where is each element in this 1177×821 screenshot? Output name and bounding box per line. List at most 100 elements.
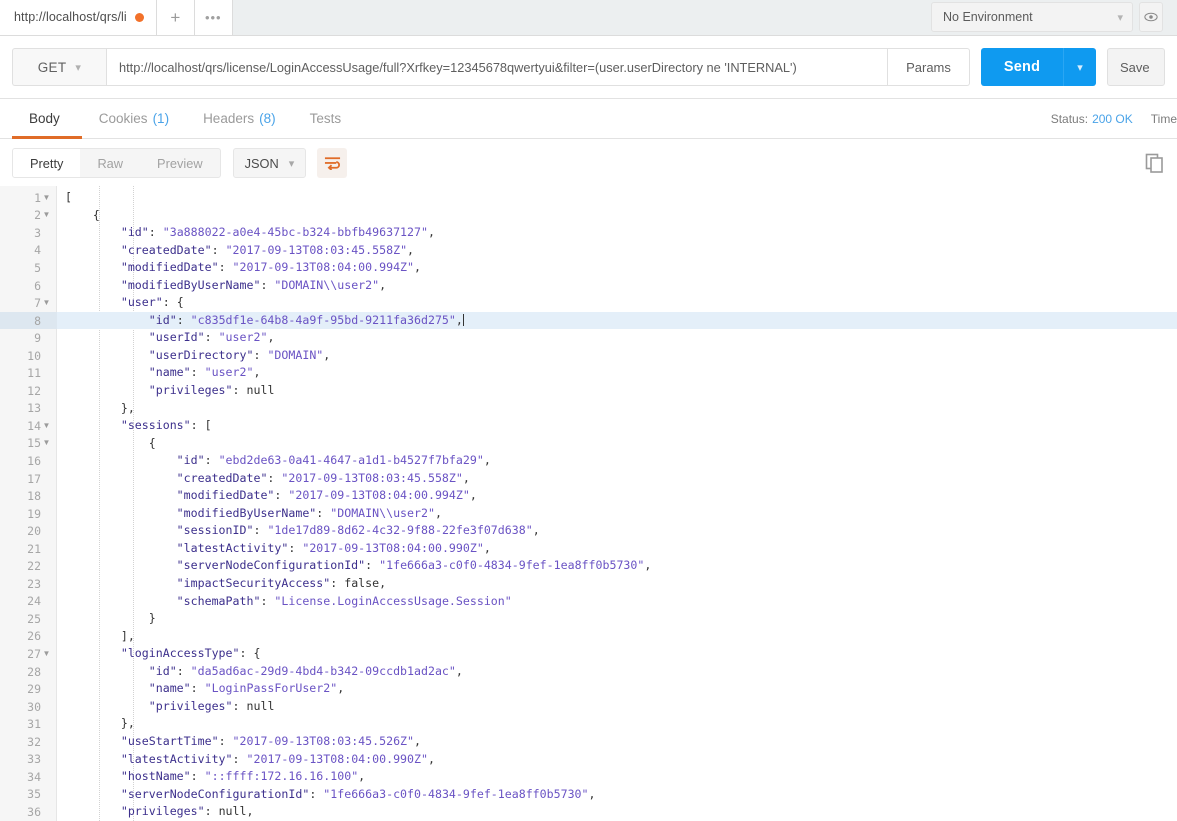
code-line[interactable]: 27 ▼ "loginAccessType": {	[0, 645, 1177, 663]
language-selector[interactable]: JSON ▾	[232, 148, 307, 178]
code-token-str: "LoginPassForUser2"	[204, 681, 338, 696]
line-number: 6	[34, 278, 41, 293]
chevron-down-icon: ▾	[288, 157, 295, 170]
send-button[interactable]: Send	[981, 48, 1063, 86]
environment-area: No Environment ▾	[931, 2, 1163, 32]
code-line[interactable]: 5▼ "modifiedDate": "2017-09-13T08:04:00.…	[0, 259, 1177, 277]
save-button[interactable]: Save	[1107, 48, 1165, 86]
http-method-selector[interactable]: GET ▾	[12, 48, 106, 86]
code-line[interactable]: 33▼ "latestActivity": "2017-09-13T08:04:…	[0, 751, 1177, 769]
code-line[interactable]: 36▼ "privileges": null,	[0, 803, 1177, 821]
tab-options-button[interactable]: •••	[194, 0, 233, 35]
code-line[interactable]: 26▼ ],	[0, 628, 1177, 646]
code-line[interactable]: 29▼ "name": "LoginPassForUser2",	[0, 680, 1177, 698]
code-token-punct: ,	[469, 488, 477, 503]
response-tab-headers[interactable]: Headers (8)	[186, 99, 293, 138]
fold-arrow-icon[interactable]: ▼	[41, 649, 52, 658]
toggle-word-wrap-button[interactable]	[317, 148, 348, 178]
code-token-key: "privileges"	[65, 804, 205, 819]
code-line[interactable]: 24▼ "schemaPath": "License.LoginAccessUs…	[0, 593, 1177, 611]
response-body-viewer[interactable]: 1▼[2▼ {3▼ "id": "3a888022-a0e4-45bc-b324…	[0, 186, 1177, 821]
code-token-punct: ,	[246, 804, 254, 819]
fold-arrow-icon[interactable]: ▼	[41, 299, 52, 307]
url-input[interactable]: http://localhost/qrs/license/LoginAccess…	[106, 48, 888, 86]
code-line[interactable]: 2 ▼ {	[0, 207, 1177, 225]
view-mode-label: Pretty	[30, 155, 64, 171]
code-line[interactable]: 8▼ "id": "c835df1e-64b8-4a9f-95bd-9211fa…	[0, 311, 1177, 330]
code-line[interactable]: 12▼ "privileges": null	[0, 382, 1177, 400]
response-tab-body[interactable]: Body	[12, 99, 82, 139]
environment-selector[interactable]: No Environment ▾	[931, 2, 1133, 32]
code-token-punct: ,	[427, 751, 435, 766]
code-line[interactable]: 32▼ "useStartTime": "2017-09-13T08:03:45…	[0, 733, 1177, 751]
line-number: 5	[34, 260, 41, 275]
code-line[interactable]: 16▼ "id": "ebd2de63-0a41-4647-a1d1-b4527…	[0, 452, 1177, 470]
status-label: Status:	[1050, 111, 1089, 126]
response-tab-tests[interactable]: Tests	[293, 99, 364, 138]
code-line[interactable]: 19▼ "modifiedByUserName": "DOMAIN\\user2…	[0, 505, 1177, 523]
line-number: 18	[27, 489, 41, 504]
code-token-key: "userId"	[65, 330, 205, 345]
view-mode-pretty[interactable]: Pretty	[13, 149, 81, 177]
send-options-button[interactable]: ▾	[1063, 48, 1096, 86]
code-line[interactable]: 13▼ },	[0, 400, 1177, 418]
code-line[interactable]: 34▼ "hostName": "::ffff:172.16.16.100",	[0, 768, 1177, 786]
code-token-punct: :	[267, 470, 282, 485]
environment-quick-look-button[interactable]	[1139, 2, 1163, 32]
code-token-punct: ,	[427, 225, 435, 240]
code-token-str: "c835df1e-64b8-4a9f-95bd-9211fa36d275"	[190, 312, 456, 327]
code-text: "privileges": null	[65, 698, 275, 716]
fold-arrow-icon[interactable]: ▼	[41, 211, 52, 219]
line-gutter: 26▼	[0, 628, 57, 646]
line-number: 22	[27, 559, 41, 574]
code-line[interactable]: 18▼ "modifiedDate": "2017-09-13T08:04:00…	[0, 487, 1177, 505]
line-number: 15	[27, 436, 41, 451]
code-line[interactable]: 15 ▼ {	[0, 435, 1177, 453]
line-gutter: 19▼	[0, 505, 57, 523]
params-button[interactable]: Params	[888, 48, 970, 86]
code-line[interactable]: 35▼ "serverNodeConfigurationId": "1fe666…	[0, 786, 1177, 804]
fold-arrow-icon[interactable]: ▼	[41, 439, 52, 447]
view-mode-raw[interactable]: Raw	[80, 149, 140, 177]
code-token-punct: :	[232, 698, 247, 713]
code-line[interactable]: 30▼ "privileges": null	[0, 698, 1177, 716]
code-line[interactable]: 6▼ "modifiedByUserName": "DOMAIN\\user2"…	[0, 277, 1177, 295]
code-line[interactable]: 22▼ "serverNodeConfigurationId": "1fe666…	[0, 557, 1177, 575]
line-number: 14	[27, 418, 41, 433]
code-token-punct: :	[148, 225, 163, 240]
request-tab[interactable]: http://localhost/qrs/li	[0, 0, 157, 35]
code-token-punct: ,	[644, 558, 652, 573]
code-line[interactable]: 11▼ "name": "user2",	[0, 364, 1177, 382]
line-gutter: 22▼	[0, 557, 57, 575]
view-mode-label: Raw	[97, 155, 124, 171]
params-label: Params	[906, 59, 951, 75]
code-text: [	[65, 189, 72, 207]
code-token-lit: null	[218, 804, 247, 819]
code-line[interactable]: 9▼ "userId": "user2",	[0, 329, 1177, 347]
line-gutter: 29▼	[0, 680, 57, 698]
new-tab-button[interactable]: +	[156, 0, 195, 35]
code-line[interactable]: 3▼ "id": "3a888022-a0e4-45bc-b324-bbfb49…	[0, 224, 1177, 242]
code-token-punct: [	[65, 190, 72, 204]
code-line[interactable]: 21▼ "latestActivity": "2017-09-13T08:04:…	[0, 540, 1177, 558]
code-line[interactable]: 14 ▼ "sessions": [	[0, 417, 1177, 435]
code-line[interactable]: 1 ▼ [	[0, 189, 1177, 207]
code-line[interactable]: 23▼ "impactSecurityAccess": false,	[0, 575, 1177, 593]
view-mode-preview[interactable]: Preview	[140, 149, 220, 177]
copy-response-button[interactable]	[1145, 151, 1165, 175]
code-token-str: "user2"	[218, 330, 268, 345]
code-line[interactable]: 4▼ "createdDate": "2017-09-13T08:03:45.5…	[0, 242, 1177, 260]
status-badge: Status: 200 OK	[1051, 112, 1133, 126]
line-number: 31	[27, 717, 41, 732]
request-tab-label: http://localhost/qrs/li	[14, 10, 127, 24]
response-tab-cookies[interactable]: Cookies (1)	[82, 99, 186, 138]
code-line[interactable]: 17▼ "createdDate": "2017-09-13T08:03:45.…	[0, 470, 1177, 488]
code-line[interactable]: 31▼ },	[0, 715, 1177, 733]
code-line[interactable]: 25▼ }	[0, 610, 1177, 628]
code-line[interactable]: 7 ▼ "user": {	[0, 294, 1177, 312]
code-line[interactable]: 10▼ "userDirectory": "DOMAIN",	[0, 347, 1177, 365]
code-line[interactable]: 28▼ "id": "da5ad6ac-29d9-4bd4-b342-09ccd…	[0, 663, 1177, 681]
fold-arrow-icon[interactable]: ▼	[41, 421, 52, 430]
code-line[interactable]: 20▼ "sessionID": "1de17d89-8d62-4c32-9f8…	[0, 522, 1177, 540]
fold-arrow-icon[interactable]: ▼	[41, 193, 52, 202]
